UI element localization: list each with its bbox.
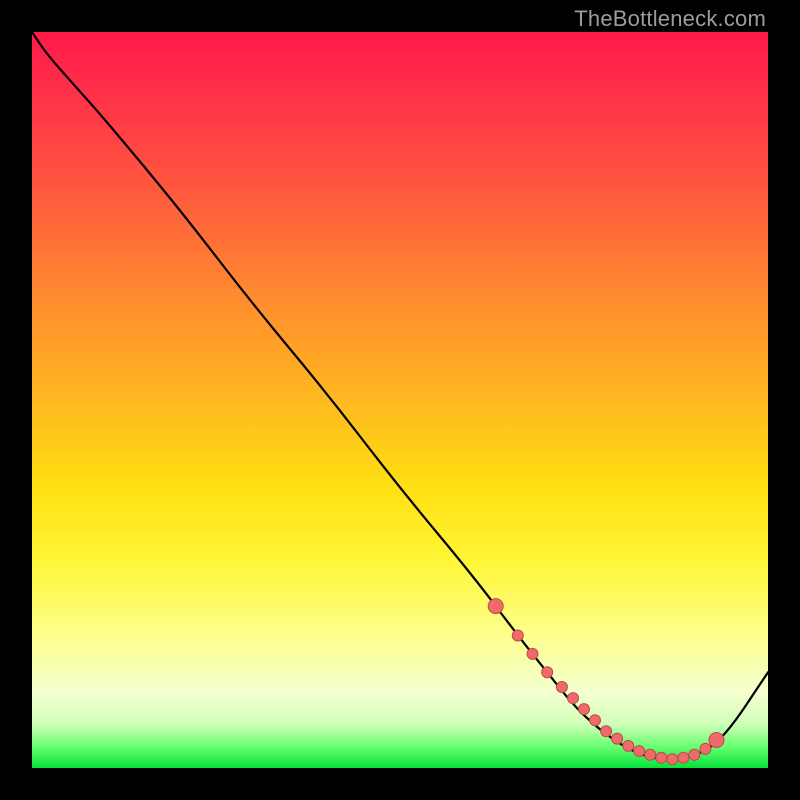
highlight-dot — [678, 752, 689, 763]
highlight-dot — [488, 599, 503, 614]
highlight-dot-group — [488, 599, 724, 765]
attribution-label: TheBottleneck.com — [574, 6, 766, 32]
highlight-dot — [612, 733, 623, 744]
highlight-dot — [590, 715, 601, 726]
highlight-dot — [579, 704, 590, 715]
highlight-dot — [542, 667, 553, 678]
plot-area — [32, 32, 768, 768]
highlight-dot — [667, 754, 678, 765]
highlight-dot — [634, 746, 645, 757]
highlight-dot — [556, 682, 567, 693]
highlight-dot — [623, 740, 634, 751]
highlight-dot — [700, 743, 711, 754]
highlight-dot — [656, 752, 667, 763]
highlight-dot — [512, 630, 523, 641]
highlight-dot — [568, 693, 579, 704]
chart-stage: TheBottleneck.com — [0, 0, 800, 800]
dots-layer — [32, 32, 768, 768]
highlight-dot — [527, 648, 538, 659]
highlight-dot — [709, 733, 724, 748]
highlight-dot — [645, 749, 656, 760]
highlight-dot — [689, 749, 700, 760]
highlight-dot — [601, 726, 612, 737]
